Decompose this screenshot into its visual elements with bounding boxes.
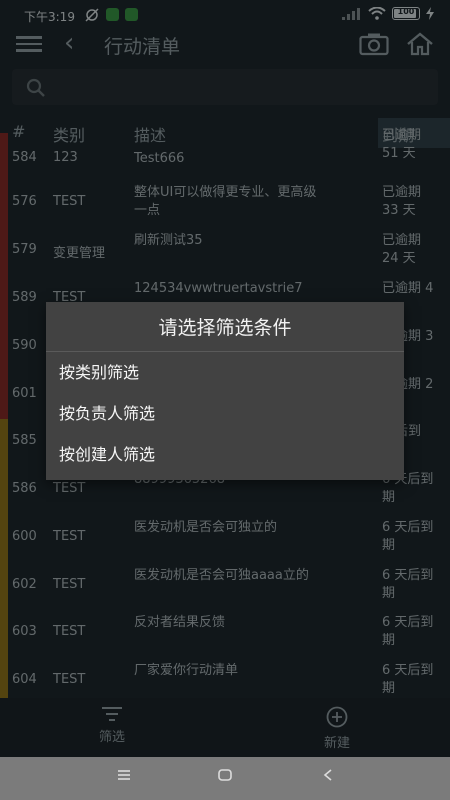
- option-filter-by-owner[interactable]: 按负责人筛选: [46, 393, 404, 434]
- option-filter-by-creator[interactable]: 按创建人筛选: [46, 434, 404, 475]
- dialog-title: 请选择筛选条件: [46, 302, 404, 352]
- filter-dialog: 请选择筛选条件 按类别筛选 按负责人筛选 按创建人筛选: [46, 302, 404, 480]
- back-triangle-icon[interactable]: [321, 768, 335, 782]
- system-nav-bar: [0, 757, 450, 800]
- home-square-icon[interactable]: [217, 768, 233, 782]
- recents-menu-icon[interactable]: [116, 768, 132, 782]
- option-filter-by-category[interactable]: 按类别筛选: [46, 352, 404, 393]
